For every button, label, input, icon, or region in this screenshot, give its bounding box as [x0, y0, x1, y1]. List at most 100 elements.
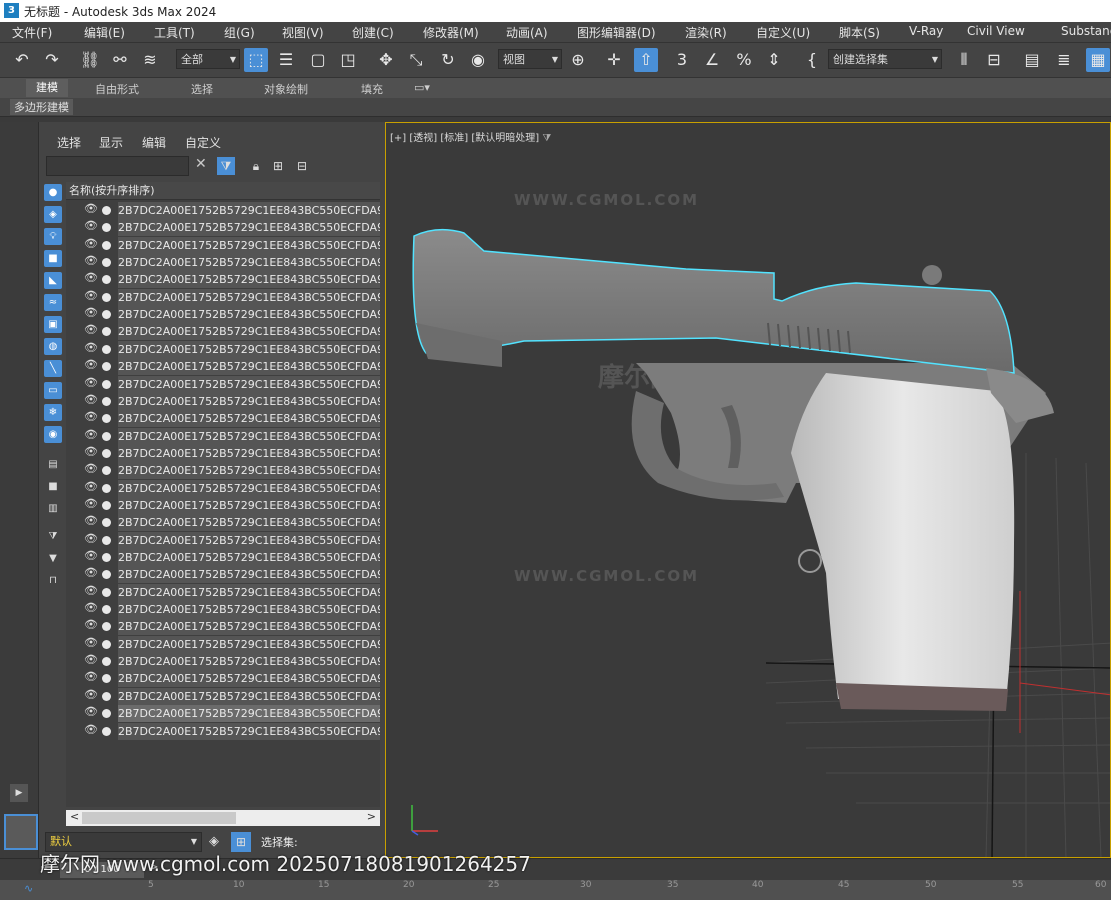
- visibility-eye-icon[interactable]: 👁︎: [84, 636, 98, 649]
- object-row[interactable]: 👁︎ 2B7DC2A00E1752B5729C1EE843BC550ECFDA9B: [66, 479, 380, 497]
- object-row[interactable]: 👁︎ 2B7DC2A00E1752B5729C1EE843BC550ECFDA9B: [66, 306, 380, 324]
- explorer-menu-customize[interactable]: 自定义: [185, 134, 221, 151]
- visibility-eye-icon[interactable]: 👁︎: [84, 237, 98, 250]
- scrollbar-thumb[interactable]: [82, 812, 236, 824]
- tab-object-paint[interactable]: 对象绘制: [264, 81, 308, 97]
- curve-editor-icon[interactable]: ∿: [24, 882, 33, 895]
- visibility-eye-icon[interactable]: 👁︎: [84, 219, 98, 232]
- visibility-eye-icon[interactable]: 👁︎: [84, 497, 98, 510]
- menu-view[interactable]: 视图(V): [282, 24, 324, 41]
- menu-customize[interactable]: 自定义(U): [756, 24, 810, 41]
- object-row[interactable]: 👁︎ 2B7DC2A00E1752B5729C1EE843BC550ECFDA9B: [66, 271, 380, 289]
- expand-arrow-icon[interactable]: ▶: [10, 784, 28, 802]
- explorer-menu-display[interactable]: 显示: [99, 134, 123, 151]
- freeze-dot-icon[interactable]: [102, 258, 111, 268]
- reference-coord-dropdown[interactable]: 视图 ▼: [498, 49, 562, 69]
- freeze-dot-icon[interactable]: [102, 605, 111, 615]
- object-row[interactable]: 👁︎ 2B7DC2A00E1752B5729C1EE843BC550ECFDA9B: [66, 462, 380, 480]
- object-row[interactable]: 👁︎ 2B7DC2A00E1752B5729C1EE843BC550ECFDA9B: [66, 514, 380, 532]
- visibility-eye-icon[interactable]: 👁︎: [84, 653, 98, 666]
- cameras-filter-icon[interactable]: ■: [44, 250, 62, 267]
- visibility-eye-icon[interactable]: 👁︎: [84, 532, 98, 545]
- polygon-modeling-label[interactable]: 多边形建模: [10, 99, 73, 115]
- visibility-eye-icon[interactable]: 👁︎: [84, 723, 98, 736]
- menu-substance[interactable]: Substanc: [1061, 24, 1111, 38]
- freeze-dot-icon[interactable]: [102, 414, 111, 424]
- object-row[interactable]: 👁︎ 2B7DC2A00E1752B5729C1EE843BC550ECFDA9B: [66, 288, 380, 306]
- hierarchy-icon[interactable]: ⊞: [269, 157, 287, 175]
- explorer-menu-edit[interactable]: 编辑: [142, 134, 166, 151]
- select-by-name-icon[interactable]: ☰: [274, 48, 298, 72]
- menu-graph-editors[interactable]: 图形编辑器(D): [577, 24, 656, 41]
- freeze-dot-icon[interactable]: [102, 587, 111, 597]
- tab-populate[interactable]: 填充: [361, 81, 383, 97]
- visibility-eye-icon[interactable]: 👁︎: [84, 462, 98, 475]
- mirror-icon[interactable]: ⫴: [952, 48, 976, 72]
- hierarchy-alt-icon[interactable]: ⊟: [293, 157, 311, 175]
- freeze-dot-icon[interactable]: [102, 535, 111, 545]
- freeze-dot-icon[interactable]: [102, 379, 111, 389]
- object-row[interactable]: 👁︎ 2B7DC2A00E1752B5729C1EE843BC550ECFDA9B: [66, 392, 380, 410]
- freeze-dot-icon[interactable]: [102, 362, 111, 372]
- selection-filter-dropdown[interactable]: 全部 ▼: [176, 49, 240, 69]
- visibility-eye-icon[interactable]: 👁︎: [84, 566, 98, 579]
- menu-vray[interactable]: V-Ray: [909, 24, 943, 38]
- object-row[interactable]: 👁︎ 2B7DC2A00E1752B5729C1EE843BC550ECFDA9B: [66, 601, 380, 619]
- scene-explorer-toggle-icon[interactable]: ▤: [1020, 48, 1044, 72]
- menu-tools[interactable]: 工具(T): [154, 24, 195, 41]
- viewport-layout-button[interactable]: [4, 814, 38, 850]
- scroll-right-icon[interactable]: >: [367, 810, 376, 823]
- visibility-eye-icon[interactable]: 👁︎: [84, 306, 98, 319]
- helpers-filter-icon[interactable]: ◣: [44, 272, 62, 289]
- tab-selection[interactable]: 选择: [191, 81, 213, 97]
- display-all-icon[interactable]: ▤: [44, 456, 62, 473]
- freeze-dot-icon[interactable]: [102, 466, 111, 476]
- tab-freeform[interactable]: 自由形式: [95, 81, 139, 97]
- spacewarps-filter-icon[interactable]: ≈: [44, 294, 62, 311]
- object-row[interactable]: 👁︎ 2B7DC2A00E1752B5729C1EE843BC550ECFDA9B: [66, 323, 380, 341]
- freeze-dot-icon[interactable]: [102, 500, 111, 510]
- filter-funnel-icon[interactable]: ▼: [44, 550, 62, 567]
- visibility-eye-icon[interactable]: 👁︎: [84, 601, 98, 614]
- freeze-dot-icon[interactable]: [102, 639, 111, 649]
- visibility-eye-icon[interactable]: 👁︎: [84, 289, 98, 302]
- particles-filter-icon[interactable]: ❄: [44, 404, 62, 421]
- pivot-center-icon[interactable]: ⊕: [566, 48, 590, 72]
- rotate-icon[interactable]: ↻: [436, 48, 460, 72]
- object-row[interactable]: 👁︎ 2B7DC2A00E1752B5729C1EE843BC550ECFDA9B: [66, 722, 380, 740]
- object-row[interactable]: 👁︎ 2B7DC2A00E1752B5729C1EE843BC550ECFDA9B: [66, 410, 380, 428]
- visibility-eye-icon[interactable]: 👁︎: [84, 393, 98, 406]
- lock-icon[interactable]: 🔒︎: [247, 157, 265, 175]
- ribbon-toggle-icon[interactable]: ▦: [1086, 48, 1110, 72]
- object-row[interactable]: 👁︎ 2B7DC2A00E1752B5729C1EE843BC550ECFDA9B: [66, 340, 380, 358]
- menu-modifiers[interactable]: 修改器(M): [423, 24, 479, 41]
- visibility-eye-icon[interactable]: 👁︎: [84, 688, 98, 701]
- visibility-eye-icon[interactable]: 👁︎: [84, 341, 98, 354]
- visibility-eye-icon[interactable]: 👁︎: [84, 670, 98, 683]
- percent-snap-icon[interactable]: %: [732, 48, 756, 72]
- menu-file[interactable]: 文件(F): [12, 24, 52, 41]
- menu-rendering[interactable]: 渲染(R): [685, 24, 727, 41]
- visibility-eye-icon[interactable]: 👁︎: [84, 271, 98, 284]
- place-icon[interactable]: ◉: [466, 48, 490, 72]
- menu-scripting[interactable]: 脚本(S): [839, 24, 880, 41]
- freeze-dot-icon[interactable]: [102, 709, 111, 719]
- visibility-eye-icon[interactable]: 👁︎: [84, 323, 98, 336]
- select-manipulate-icon[interactable]: ✛: [602, 48, 626, 72]
- window-crossing-icon[interactable]: ◳: [336, 48, 360, 72]
- visibility-eye-icon[interactable]: 👁︎: [84, 514, 98, 527]
- object-row[interactable]: 👁︎ 2B7DC2A00E1752B5729C1EE843BC550ECFDA9B: [66, 219, 380, 237]
- filter-toggle-icon[interactable]: ⧩: [217, 157, 235, 175]
- perspective-viewport[interactable]: [+] [透视] [标准] [默认明暗处理] ⧩ WWW.CGMOL.COM W…: [385, 122, 1111, 858]
- visibility-eye-icon[interactable]: 👁︎: [84, 584, 98, 597]
- visibility-eye-icon[interactable]: 👁︎: [84, 410, 98, 423]
- track-bar[interactable]: ∿ 5 10 15 20 25 30 35 40 45 50 55 60: [0, 880, 1111, 900]
- object-row[interactable]: 👁︎ 2B7DC2A00E1752B5729C1EE843BC550ECFDA9B: [66, 549, 380, 566]
- freeze-dot-icon[interactable]: [102, 310, 111, 320]
- freeze-dot-icon[interactable]: [102, 344, 111, 354]
- menu-group[interactable]: 组(G): [224, 24, 255, 41]
- spinner-snap-icon[interactable]: ⇕: [762, 48, 786, 72]
- object-row[interactable]: 👁︎ 2B7DC2A00E1752B5729C1EE843BC550ECFDA9B: [66, 496, 380, 514]
- freeze-dot-icon[interactable]: [102, 206, 111, 215]
- snaps-toggle-icon[interactable]: 3: [670, 48, 694, 72]
